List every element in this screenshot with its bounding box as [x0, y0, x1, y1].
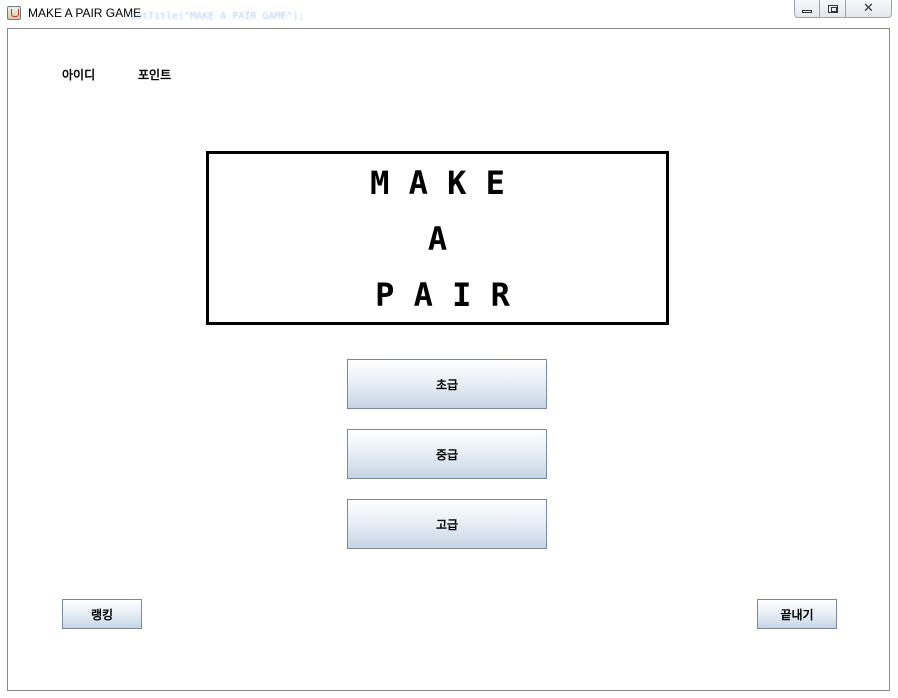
minimize-icon: [802, 10, 812, 13]
advanced-level-button[interactable]: 고급: [347, 499, 547, 549]
close-icon: ✕: [863, 1, 874, 16]
app-window: MAKE A PAIR GAME setTitle("MAKE A PAIR G…: [0, 0, 898, 698]
minimize-button[interactable]: [794, 0, 820, 18]
title-bar[interactable]: MAKE A PAIR GAME setTitle("MAKE A PAIR G…: [0, 0, 898, 28]
java-cup-icon: [7, 6, 21, 20]
maximize-button[interactable]: [820, 0, 846, 18]
logo-line-3: P A I R: [375, 276, 510, 314]
beginner-level-button[interactable]: 초급: [347, 359, 547, 409]
point-label: 포인트: [138, 68, 172, 82]
background-code-text: setTitle("MAKE A PAIR GAME");: [130, 11, 305, 22]
game-logo: M A K E A P A I R: [206, 151, 669, 325]
id-label: 아이디: [62, 68, 96, 82]
quit-button[interactable]: 끝내기: [757, 599, 837, 629]
window-controls: ✕: [794, 0, 892, 20]
close-button[interactable]: ✕: [846, 0, 892, 18]
logo-line-2: A: [427, 220, 448, 258]
window-title: MAKE A PAIR GAME: [28, 6, 142, 20]
intermediate-level-button[interactable]: 중급: [347, 429, 547, 479]
logo-line-1: M A K E: [370, 164, 505, 202]
restore-icon: [827, 4, 838, 13]
ranking-button[interactable]: 랭킹: [62, 599, 142, 629]
